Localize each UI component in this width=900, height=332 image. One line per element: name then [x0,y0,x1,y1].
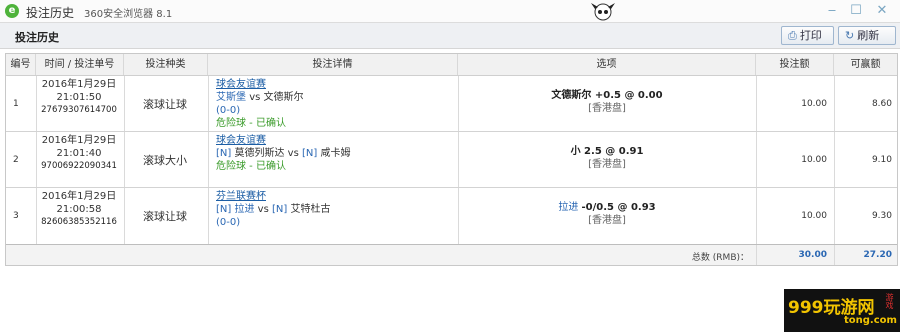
pick-text: -0/0.5 @ 0.93 [581,202,656,213]
total-label: 总数 (RMB)： [691,253,749,263]
row-bet-detail: 球会友谊赛 [N] 莫德列斯达 vs [N] 咸卡姆 危险球 - 已确认 [216,134,452,173]
home-team: 莫德列斯达 [234,148,285,159]
header-time-id: 时间 / 投注单号 [36,54,124,75]
row-stake: 10.00 [801,211,827,221]
total-potential-win: 27.20 [863,250,892,260]
header-option: 选项 [458,54,756,75]
row-option: 小 2.5 @ 0.91 [香港盘] [461,145,753,171]
row-option: 拉进 -0/0.5 @ 0.93 [香港盘] [461,201,753,227]
header-number: 编号 [6,54,36,75]
row-clock: 21:01:50 [56,92,102,103]
row-stake: 10.00 [801,154,827,165]
row-bet-type: 滚球大小 [143,153,187,167]
table-header: 编号 时间 / 投注单号 投注种类 投注详情 选项 投注额 可赢额 [6,54,897,76]
away-team: 艾特杜古 [290,204,331,215]
away-neutral-tag: [N] [302,148,318,159]
row-date: 2016年1月29日 [41,135,117,146]
header-bet-detail: 投注详情 [208,54,458,75]
refresh-label: 刷新 [857,29,880,42]
home-neutral-tag: [N] [216,204,232,215]
home-team: 拉进 [234,204,255,215]
watermark-domain: tong.com [844,315,897,326]
row-time: 2016年1月29日 21:01:40 97006922090341 [38,134,120,173]
row-number: 1 [13,98,19,109]
browser-logo-icon: e [5,4,19,18]
row-number: 3 [13,211,19,221]
maximize-button[interactable]: ☐ [845,2,867,20]
print-label: 打印 [799,29,822,42]
market-type: [香港盘] [588,159,626,170]
row-bet-id: 27679307614700 [41,105,117,115]
vs-label: vs [287,148,299,159]
home-team: 艾斯堡 [216,92,246,103]
refresh-button[interactable]: ↻ 刷新 [838,26,896,45]
total-stake: 30.00 [798,250,827,260]
row-potential-win: 9.30 [871,211,892,221]
header-stake: 投注额 [756,54,834,75]
away-neutral-tag: [N] [272,204,288,215]
row-bet-detail: 芬兰联赛杯 [N] 拉进 vs [N] 艾特杜古 (0-0) [216,190,452,229]
window-title: 投注历史 360安全浏览器 8.1 [26,4,172,21]
market-type: [香港盘] [588,103,626,114]
window-title-text: 投注历史 [26,6,75,20]
home-neutral-tag: [N] [216,148,232,159]
away-team: 文德斯尔 [263,92,304,103]
status-text: 危险球 - 已确认 [216,118,286,129]
row-bet-type: 滚球让球 [143,210,187,223]
score: (0-0) [216,217,241,228]
mascot-icon [591,3,615,21]
row-date: 2016年1月29日 [41,79,117,90]
minimize-button[interactable]: ‒ [821,2,843,20]
page-title: 投注历史 [15,31,59,44]
market-type: [香港盘] [588,215,626,226]
window-titlebar: e 投注历史 360安全浏览器 8.1 ‒ ☐ ✕ [0,0,900,23]
row-potential-win: 9.10 [871,154,892,165]
close-button[interactable]: ✕ [871,2,893,20]
row-stake: 10.00 [801,98,827,109]
pick-text: 小 2.5 @ 0.91 [570,146,644,157]
row-bet-type: 滚球让球 [143,97,187,111]
vs-label: vs [249,92,261,103]
header-potential-win: 可赢额 [850,59,881,70]
row-option: 文德斯尔 +0.5 @ 0.00 [香港盘] [461,89,753,115]
row-date: 2016年1月29日 [41,191,117,202]
row-potential-win: 8.60 [871,98,892,109]
refresh-icon: ↻ [845,29,855,42]
browser-name: 360安全浏览器 8.1 [84,9,173,20]
row-clock: 21:00:58 [56,204,102,215]
row-bet-id: 97006922090341 [41,161,117,171]
table-row: 2 2016年1月29日 21:01:40 97006922090341 滚球大… [6,132,897,188]
table-total-row: 总数 (RMB)： 30.00 27.20 [6,245,897,265]
row-number: 2 [13,154,19,165]
league-link[interactable]: 球会友谊赛 [216,79,266,90]
vs-label: vs [257,204,269,215]
status-text: 危险球 - 已确认 [216,161,286,172]
table-row: 3 2016年1月29日 21:00:58 82606385352116 滚球让… [6,188,897,245]
row-bet-id: 82606385352116 [41,217,117,227]
pick-team: 拉进 [558,202,579,213]
league-link[interactable]: 芬兰联赛杯 [216,191,266,202]
pick-text: 文德斯尔 +0.5 @ 0.00 [551,90,663,101]
print-button[interactable]: ⎙ 打印 [781,26,834,45]
row-time: 2016年1月29日 21:01:50 27679307614700 [38,78,120,117]
watermark-side: 游戏 [885,293,894,309]
row-time: 2016年1月29日 21:00:58 82606385352116 [38,190,120,229]
site-watermark-logo: 999玩游网 tong.com 游戏 [784,289,900,332]
printer-icon: ⎙ [788,29,797,42]
score: (0-0) [216,105,241,116]
row-clock: 21:01:40 [56,148,102,159]
league-link[interactable]: 球会友谊赛 [216,135,266,146]
table-row: 1 2016年1月29日 21:01:50 27679307614700 滚球让… [6,76,897,132]
bet-history-table: 编号 时间 / 投注单号 投注种类 投注详情 选项 投注额 可赢额 1 2016… [5,53,898,266]
away-team: 咸卡姆 [320,148,351,159]
row-bet-detail: 球会友谊赛 艾斯堡 vs 文德斯尔 (0-0) 危险球 - 已确认 [216,78,452,130]
page-toolbar: 投注历史 ⎙ 打印 ↻ 刷新 [0,23,900,49]
header-bet-type: 投注种类 [124,54,208,75]
